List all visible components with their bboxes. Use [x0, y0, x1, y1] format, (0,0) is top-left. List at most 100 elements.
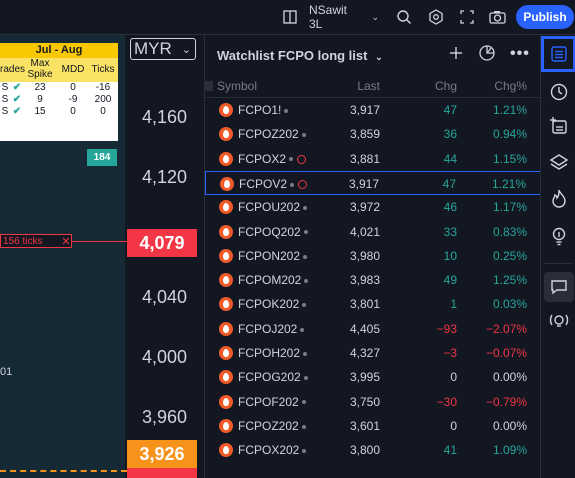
watchlist-row[interactable]: FCPOK202 3,801 1 0.03% [205, 292, 541, 316]
watchlist-title-button[interactable]: Watchlist FCPO long list ⌄ [217, 48, 383, 63]
camera-snapshot-icon[interactable] [487, 0, 507, 34]
watchlist-row[interactable]: FCPOM202 3,983 49 1.25% [205, 268, 541, 292]
stats-ticks: 0 [100, 106, 106, 117]
fullscreen-icon[interactable] [457, 0, 477, 34]
symbol-text: FCPOX2 [238, 151, 287, 166]
symbol-name: FCPON202 [238, 249, 308, 263]
market-status-dot-icon [303, 351, 308, 356]
stats-columns: rades Max Spike MDD Ticks [0, 58, 118, 82]
market-status-dot-icon [284, 108, 289, 113]
symbol-text: FCPOU202 [238, 200, 301, 215]
watchlist-row[interactable]: FCPOX202 3,800 41 1.09% [205, 438, 541, 462]
last-price: 3,601 [349, 418, 380, 433]
watchlist-row[interactable]: FCPOZ202 3,859 36 0.94% [205, 122, 541, 146]
last-price: 4,327 [349, 346, 380, 360]
settings-gear-icon[interactable] [426, 0, 446, 34]
add-note-icon[interactable] [544, 111, 574, 141]
sidebar-divider [543, 263, 573, 264]
watchlist-row[interactable]: FCPOU202 3,972 46 1.17% [205, 195, 541, 219]
col-mdd: MDD [61, 64, 85, 75]
lower-price-badge [127, 468, 197, 478]
change-percent: 1.25% [492, 273, 527, 288]
watchlist-icon[interactable] [541, 36, 575, 72]
symbol-logo-icon [219, 103, 233, 117]
last-price: 3,800 [349, 443, 380, 458]
change-value: 44 [443, 151, 457, 166]
col-symbol[interactable]: Symbol [217, 79, 257, 93]
more-options-icon[interactable]: ••• [510, 45, 530, 63]
hotlist-flame-icon[interactable] [544, 183, 574, 213]
last-price: 3,972 [349, 200, 380, 215]
col-last[interactable]: Last [357, 79, 380, 93]
symbol-name: FCPOX202 [238, 443, 307, 458]
symbol-logo-icon [219, 224, 233, 239]
watchlist-row[interactable]: FCPOF202 3,750 −30 −0.79% [205, 390, 541, 414]
symbol-name: FCPOM202 [238, 273, 309, 287]
watchlist-row[interactable]: FCPOX2 3,881 44 1.15% [205, 147, 541, 171]
chevron-down-icon: ⌄ [181, 43, 191, 56]
watchlist-row[interactable]: FCPO1! 3,917 47 1.21% [205, 98, 541, 122]
col-chg-pct[interactable]: Chg% [494, 79, 527, 93]
change-value: −3 [443, 346, 457, 360]
stats-mdd: 0 [70, 106, 76, 117]
add-symbol-icon[interactable] [448, 45, 466, 63]
market-status-dot-icon [302, 449, 307, 454]
watchlist-row[interactable]: FCPOQ202 4,021 33 0.83% [205, 220, 541, 244]
watchlist-row[interactable]: FCPOV2 3,917 47 1.21% [205, 170, 541, 195]
stats-mdd: 0 [70, 82, 76, 93]
symbol-text: FCPOX202 [238, 443, 300, 458]
change-value: 1 [450, 297, 457, 312]
col-chg[interactable]: Chg [435, 79, 457, 93]
watchlist-row[interactable]: FCPOJ202 4,405 −93 −2.07% [205, 317, 541, 341]
alerts-clock-icon[interactable] [544, 77, 574, 107]
tick-count-text: 156 ticks [3, 235, 43, 247]
price-tick-label: 4,120 [142, 167, 188, 187]
quick-search-icon[interactable] [394, 0, 414, 34]
watchlist-row[interactable]: FCPOZ202 3,601 0 0.00% [205, 414, 541, 438]
right-sidebar [540, 35, 575, 478]
stats-spike: 9 [37, 94, 43, 105]
chevron-down-icon: ⌄ [371, 11, 379, 22]
market-status-dot-icon [301, 400, 306, 405]
layout-name-button[interactable]: NSawit 3L ⌄ [309, 0, 379, 34]
symbol-logo-icon [219, 248, 233, 263]
watchlist-row[interactable]: FCPOH202 4,327 −3 −0.07% [205, 341, 541, 365]
ticks-total-badge: 184 [87, 149, 117, 166]
ideas-bulb-icon[interactable] [544, 221, 574, 251]
chat-icon[interactable] [544, 272, 574, 302]
symbol-logo-icon [219, 127, 233, 142]
layers-icon[interactable] [544, 147, 574, 177]
close-icon[interactable]: ✕ [60, 234, 72, 248]
last-price: 4,021 [349, 224, 380, 239]
change-value: 49 [443, 273, 457, 288]
last-price: 3,859 [349, 127, 380, 142]
check-icon: ✔ [12, 82, 22, 93]
streams-icon[interactable] [544, 307, 574, 337]
watchlist-row[interactable]: FCPOG202 3,995 0 0.00% [205, 365, 541, 389]
currency-label: MYR [134, 39, 172, 58]
chart-pane[interactable]: MYR ⌄ 4,160 4,120 4,040 4,000 3,960 Jul … [0, 35, 200, 478]
currency-selector[interactable]: MYR ⌄ [130, 38, 196, 60]
watchlist-title: Watchlist FCPO long list [217, 48, 368, 63]
change-percent: −0.07% [485, 346, 527, 360]
symbol-name: FCPOH202 [238, 346, 308, 360]
column-resize-handle[interactable] [205, 81, 213, 91]
symbol-logo-icon [219, 346, 233, 360]
advanced-view-icon[interactable] [478, 44, 498, 64]
last-price: 4,405 [349, 321, 380, 336]
strategy-stats-table: Jul - Aug rades Max Spike MDD Ticks S ✔ … [0, 43, 118, 141]
stats-spike: 15 [34, 106, 46, 117]
symbol-text: FCPOJ202 [238, 321, 298, 336]
stats-row-label: S [1, 106, 9, 117]
symbol-logo-icon [219, 273, 233, 288]
top-toolbar: NSawit 3L ⌄ Publish [0, 0, 575, 35]
symbol-text: FCPOH202 [238, 346, 301, 360]
change-percent: −2.07% [485, 321, 527, 336]
layout-split-icon[interactable] [281, 0, 299, 34]
symbol-logo-icon [219, 418, 233, 433]
publish-button[interactable]: Publish [516, 5, 574, 29]
market-status-dot-icon [289, 157, 294, 162]
change-value: 47 [442, 176, 456, 191]
market-status-dot-icon [302, 303, 307, 308]
watchlist-row[interactable]: FCPON202 3,980 10 0.25% [205, 244, 541, 268]
